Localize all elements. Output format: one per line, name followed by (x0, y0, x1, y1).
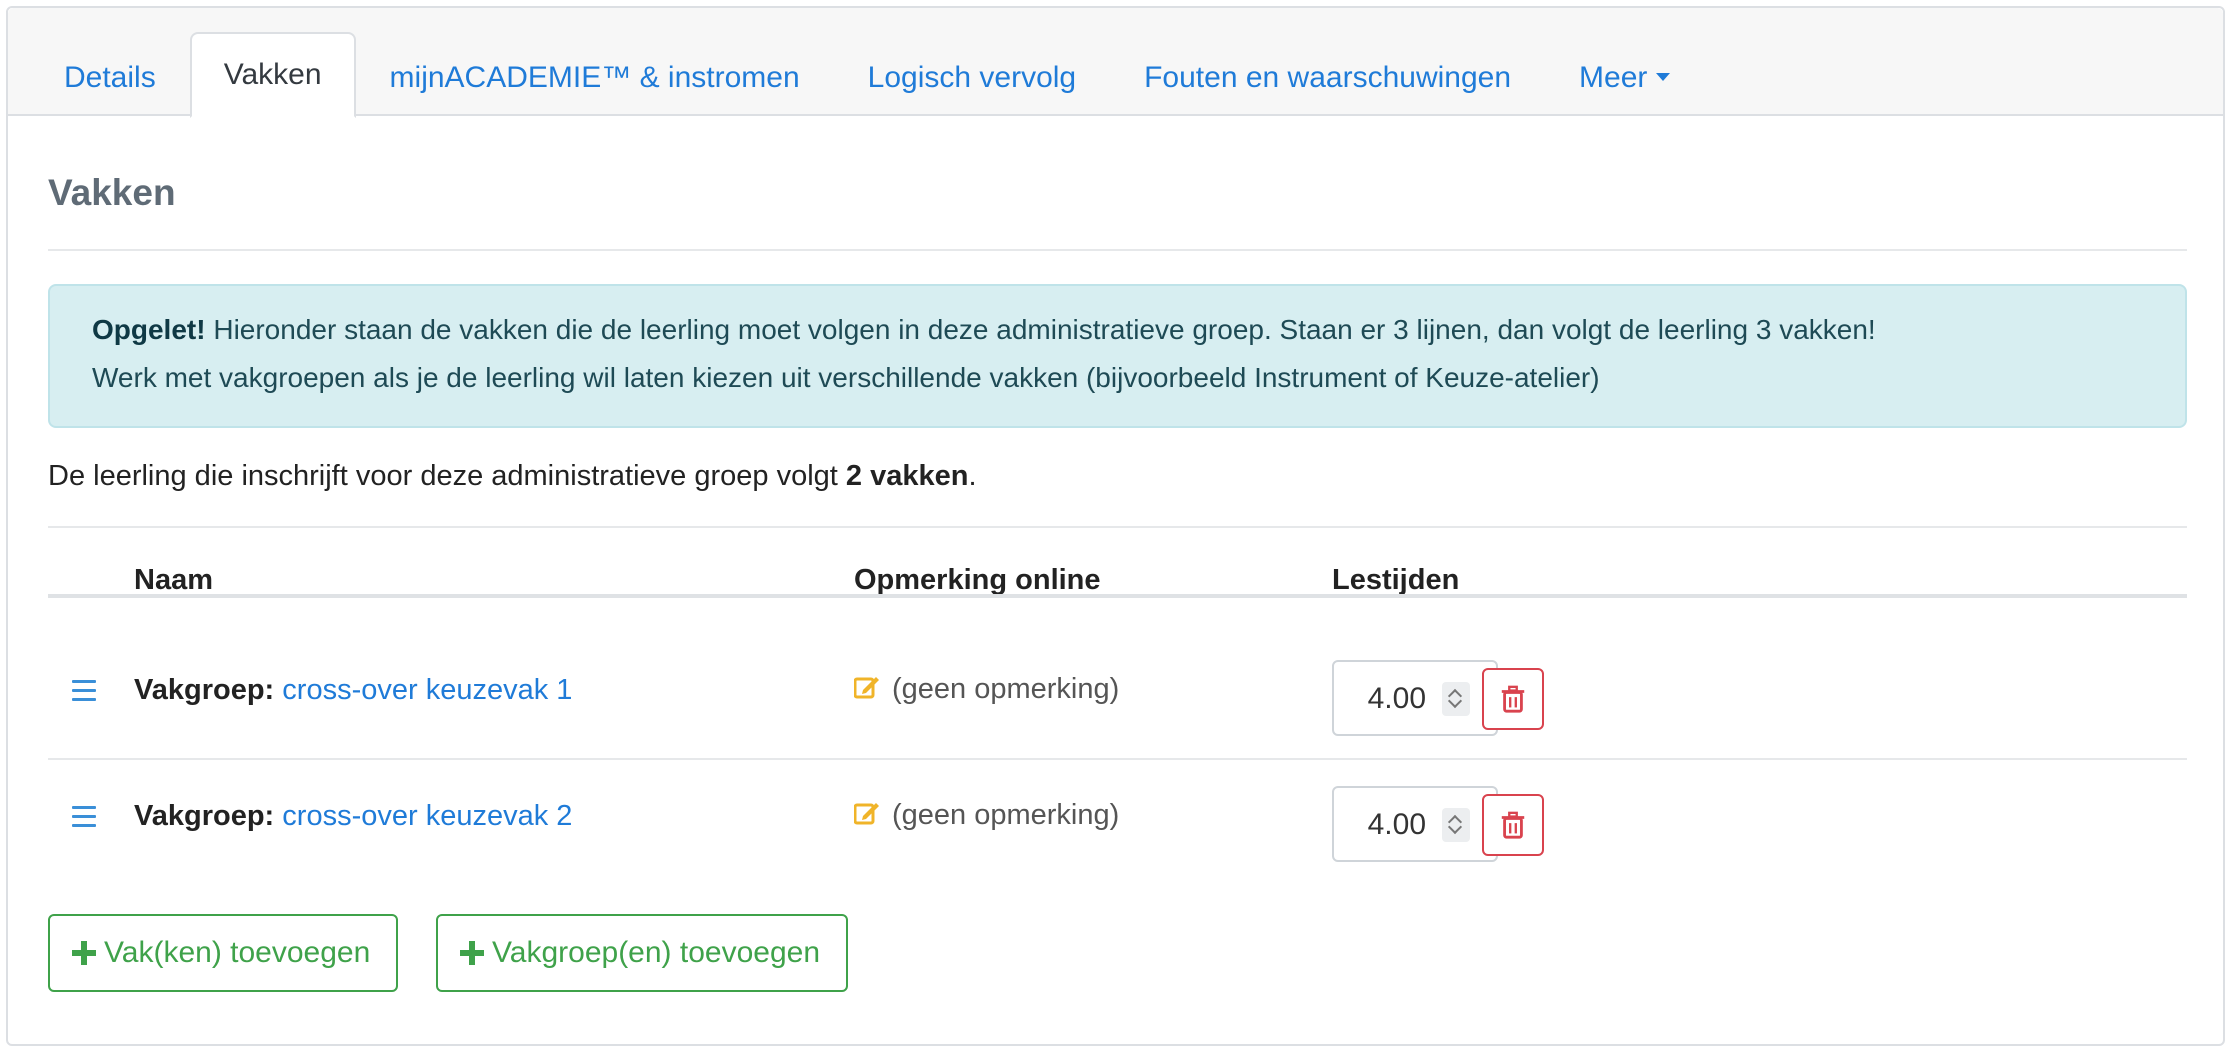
spinner-icon[interactable] (1442, 682, 1470, 716)
add-course-button[interactable]: Vak(ken) toevoegen (48, 914, 399, 992)
remark-text: (geen opmerking) (892, 799, 1120, 831)
row-prefix: Vakgroep: (134, 800, 275, 832)
summary-count: 2 vakken (845, 460, 969, 492)
hours-input[interactable]: 4.00 (1332, 786, 1498, 862)
info-alert: Opgelet! Hieronder staan de vakken die d… (48, 284, 2187, 428)
edit-icon[interactable] (854, 674, 880, 700)
column-header-hours: Lestijden (1332, 564, 1460, 596)
delete-button[interactable] (1482, 668, 1544, 730)
alert-line-2: Werk met vakgroepen als je de leerling w… (92, 362, 1600, 393)
course-group-link[interactable]: cross-over keuzevak 2 (282, 800, 572, 832)
edit-icon[interactable] (854, 800, 880, 826)
delete-button[interactable] (1482, 794, 1544, 856)
alert-strong: Opgelet! (92, 314, 206, 345)
row-divider (48, 758, 2187, 760)
remark-text: (geen opmerking) (892, 673, 1120, 705)
column-header-remark: Opmerking online (854, 564, 1101, 596)
plus-icon (460, 941, 484, 965)
table-header-border (48, 594, 2187, 598)
add-course-label: Vak(ken) toevoegen (104, 936, 371, 969)
column-header-name: Naam (134, 564, 213, 596)
hours-value: 4.00 (1367, 808, 1426, 841)
tab-meer-dropdown[interactable]: Meer (1545, 38, 1704, 118)
summary-suffix: . (968, 460, 977, 492)
trash-icon (1501, 685, 1525, 713)
add-course-group-button[interactable]: Vakgroep(en) toevoegen (436, 914, 849, 992)
tab-bar: Details Vakken mijnACADEMIE™ & instromen… (8, 8, 2223, 118)
caret-down-icon (1656, 73, 1671, 81)
title-divider (48, 249, 2187, 251)
table-top-border (48, 526, 2187, 528)
tab-logisch-vervolg[interactable]: Logisch vervolg (834, 38, 1110, 118)
table-row-name: Vakgroep: cross-over keuzevak 1 (134, 674, 572, 707)
table-row-name: Vakgroep: cross-over keuzevak 2 (134, 800, 572, 833)
hours-value: 4.00 (1367, 682, 1426, 715)
row-prefix: Vakgroep: (134, 674, 275, 706)
tab-vakken[interactable]: Vakken (189, 32, 356, 118)
alert-text-1: Hieronder staan de vakken die de leerlin… (205, 314, 1876, 345)
plus-icon (72, 941, 96, 965)
drag-handle-icon[interactable] (72, 806, 96, 833)
course-count-summary: De leerling die inschrijft voor deze adm… (48, 460, 977, 493)
tab-mijnacademie[interactable]: mijnACADEMIE™ & instromen (356, 38, 834, 118)
tab-fouten-waarschuwingen[interactable]: Fouten en waarschuwingen (1110, 38, 1545, 118)
tab-details[interactable]: Details (30, 38, 190, 118)
tab-meer-label: Meer (1579, 61, 1648, 94)
trash-icon (1501, 811, 1525, 839)
add-group-label: Vakgroep(en) toevoegen (492, 936, 821, 969)
hours-input[interactable]: 4.00 (1332, 660, 1498, 736)
drag-handle-icon[interactable] (72, 680, 96, 707)
summary-prefix: De leerling die inschrijft voor deze adm… (48, 460, 846, 492)
course-group-link[interactable]: cross-over keuzevak 1 (282, 674, 572, 706)
spinner-icon[interactable] (1442, 808, 1470, 842)
section-title: Vakken (48, 172, 176, 213)
alert-line-1: Opgelet! Hieronder staan de vakken die d… (92, 306, 2143, 354)
course-card: Details Vakken mijnACADEMIE™ & instromen… (6, 6, 2225, 1046)
